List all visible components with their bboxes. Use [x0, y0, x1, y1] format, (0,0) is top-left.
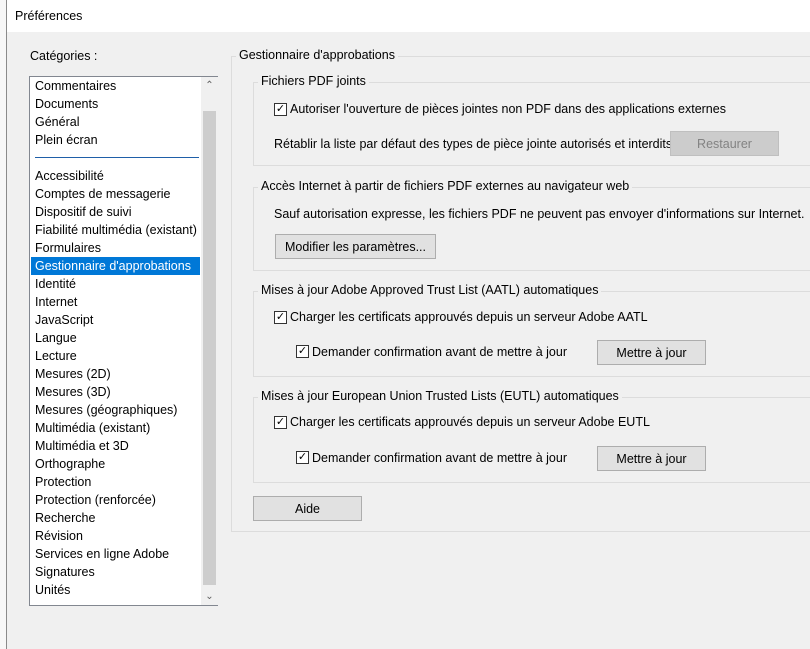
modify-settings-button[interactable]: Modifier les paramètres... [275, 234, 436, 259]
restore-button[interactable]: Restaurer [670, 131, 779, 156]
allow-attachments-label: Autoriser l'ouverture de pièces jointes … [290, 102, 726, 116]
aatl-group: Mises à jour Adobe Approved Trust List (… [253, 283, 810, 377]
help-button[interactable]: Aide [253, 496, 362, 521]
list-separator [35, 157, 199, 158]
list-scrollbar[interactable]: ⌃ ⌄ [201, 77, 218, 605]
category-item[interactable]: Langue [31, 329, 200, 347]
scrollbar-thumb[interactable] [203, 111, 216, 585]
category-item[interactable]: Fiabilité multimédia (existant) [31, 221, 200, 239]
approvals-title: Gestionnaire d'approbations [236, 48, 398, 62]
aatl-confirm-checkbox[interactable]: ✓ [296, 345, 309, 358]
internet-info: Sauf autorisation expresse, les fichiers… [274, 207, 805, 221]
category-item[interactable]: Lecture [31, 347, 200, 365]
category-item[interactable]: Multimédia (existant) [31, 419, 200, 437]
category-item[interactable]: Révision [31, 527, 200, 545]
aatl-title: Mises à jour Adobe Approved Trust List (… [258, 283, 602, 297]
category-item[interactable]: Accessibilité [31, 167, 200, 185]
category-item[interactable]: Mesures (2D) [31, 365, 200, 383]
category-item[interactable]: Protection [31, 473, 200, 491]
scroll-up-icon[interactable]: ⌃ [201, 77, 218, 94]
eutl-group: Mises à jour European Union Trusted List… [253, 389, 810, 483]
eutl-confirm-label: Demander confirmation avant de mettre à … [312, 451, 567, 465]
category-item[interactable]: Orthographe [31, 455, 200, 473]
category-item[interactable]: Internet [31, 293, 200, 311]
restore-text: Rétablir la liste par défaut des types d… [274, 137, 680, 151]
category-item[interactable]: Plein écran [31, 131, 200, 149]
category-item[interactable]: Recherche [31, 509, 200, 527]
category-item[interactable]: Mesures (géographiques) [31, 401, 200, 419]
eutl-title: Mises à jour European Union Trusted List… [258, 389, 622, 403]
background-window-edge [0, 0, 7, 649]
internet-title: Accès Internet à partir de fichiers PDF … [258, 179, 633, 193]
category-item[interactable]: Multimédia et 3D [31, 437, 200, 455]
eutl-update-button[interactable]: Mettre à jour [597, 446, 706, 471]
category-item[interactable]: Dispositif de suivi [31, 203, 200, 221]
attachments-title: Fichiers PDF joints [258, 74, 369, 88]
category-item[interactable]: Mesures (3D) [31, 383, 200, 401]
allow-attachments-checkbox[interactable]: ✓ [274, 103, 287, 116]
aatl-confirm-label: Demander confirmation avant de mettre à … [312, 345, 567, 359]
category-item[interactable]: Protection (renforcée) [31, 491, 200, 509]
category-item[interactable]: Gestionnaire d'approbations [31, 257, 200, 275]
category-item[interactable]: Comptes de messagerie [31, 185, 200, 203]
category-item[interactable]: Signatures [31, 563, 200, 581]
category-item[interactable]: Documents [31, 95, 200, 113]
eutl-load-checkbox[interactable]: ✓ [274, 416, 287, 429]
aatl-update-button[interactable]: Mettre à jour [597, 340, 706, 365]
category-item[interactable]: Formulaires [31, 239, 200, 257]
title-bar [7, 0, 810, 32]
eutl-confirm-checkbox[interactable]: ✓ [296, 451, 309, 464]
category-item[interactable]: JavaScript [31, 311, 200, 329]
categories-label: Catégories : [30, 49, 98, 63]
aatl-load-label: Charger les certificats approuvés depuis… [290, 310, 648, 324]
category-item[interactable]: Unités [31, 581, 200, 599]
category-item[interactable]: Général [31, 113, 200, 131]
aatl-load-checkbox[interactable]: ✓ [274, 311, 287, 324]
categories-list[interactable]: Commentaires Documents Général Plein écran A… [29, 76, 218, 606]
category-item[interactable]: Commentaires [31, 77, 200, 95]
eutl-load-label: Charger les certificats approuvés depuis… [290, 415, 650, 429]
scroll-down-icon[interactable]: ⌄ [201, 588, 218, 605]
category-item[interactable]: Identité [31, 275, 200, 293]
category-item[interactable]: Services en ligne Adobe [31, 545, 200, 563]
window-title: Préférences [15, 9, 83, 23]
